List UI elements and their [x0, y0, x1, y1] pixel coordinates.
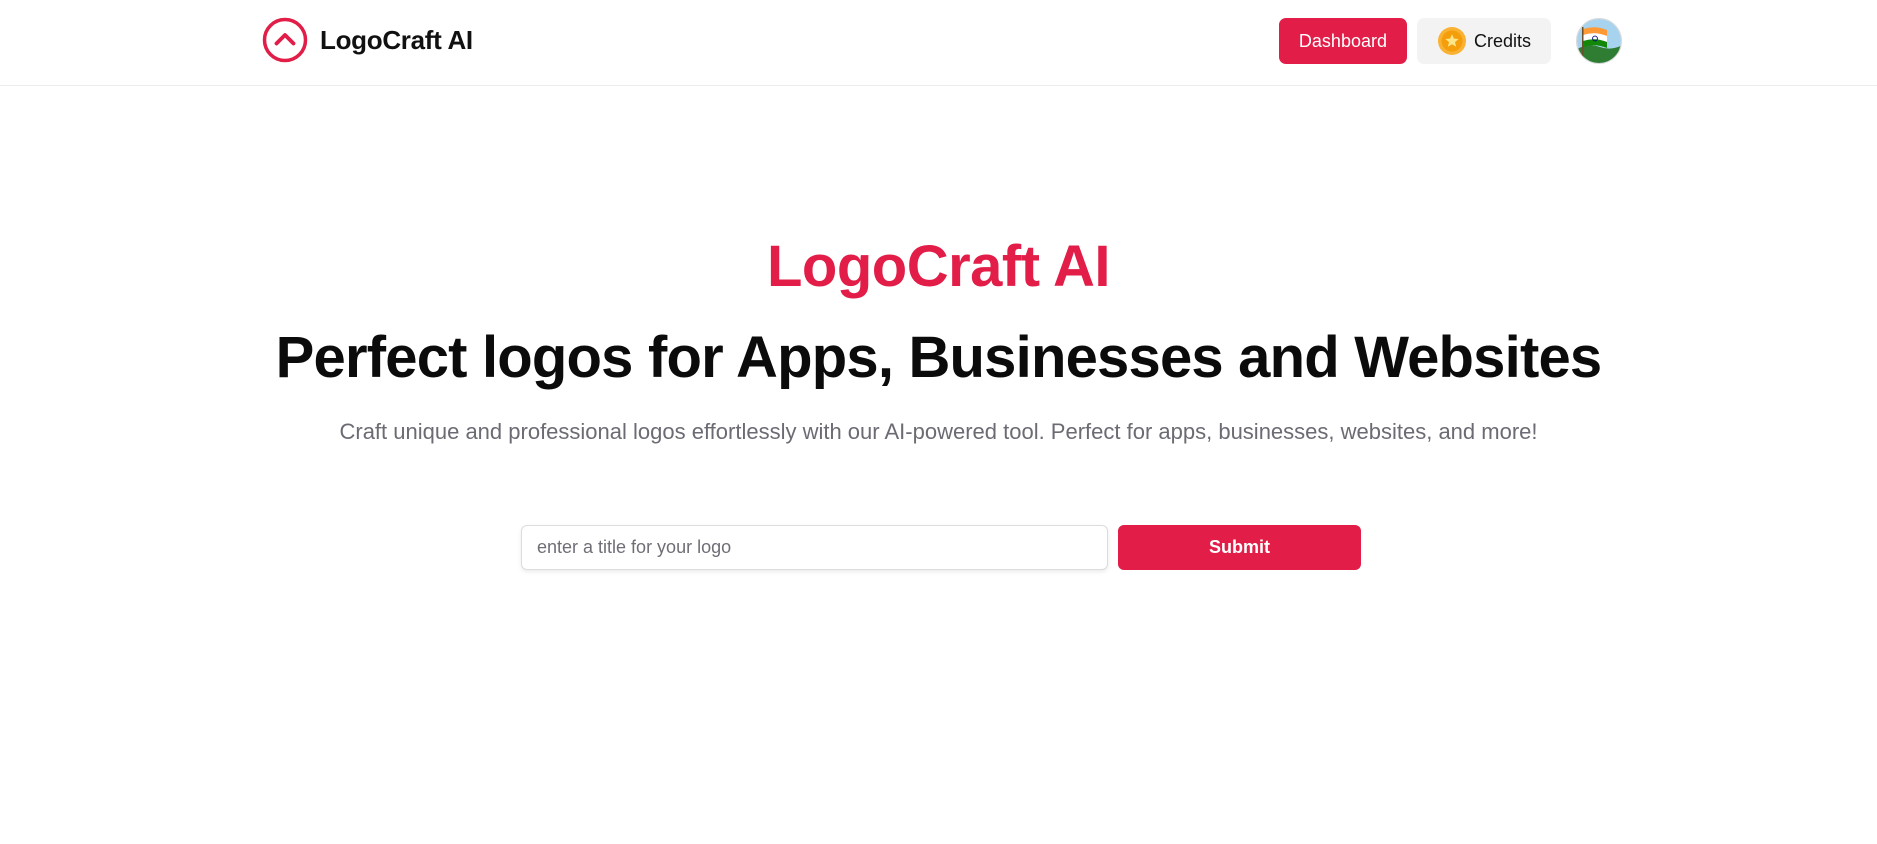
dashboard-button-label: Dashboard	[1298, 30, 1387, 51]
hero-subtitle: Craft unique and professional logos effo…	[339, 419, 1538, 444]
user-avatar[interactable]	[1576, 18, 1622, 64]
credits-button-label: Credits	[1473, 30, 1531, 51]
hero-title: Perfect logos for Apps, Businesses and W…	[275, 325, 1603, 390]
brand-name: LogoCraft AI	[320, 24, 473, 55]
logo-title-form: Submit	[521, 525, 1361, 570]
dashboard-button[interactable]: Dashboard	[1278, 18, 1407, 64]
credits-button[interactable]: Credits	[1416, 18, 1551, 64]
submit-button[interactable]: Submit	[1118, 525, 1361, 570]
top-navbar: LogoCraft AI Dashboard Credits	[0, 0, 1877, 86]
chevron-up-circle-icon	[262, 17, 308, 63]
nav-actions: Dashboard Credits	[1278, 18, 1622, 64]
logo-title-input[interactable]	[521, 525, 1108, 570]
submit-button-label: Submit	[1209, 537, 1270, 557]
hero-brand-heading: LogoCraft AI	[766, 234, 1111, 299]
brand-link[interactable]: LogoCraft AI	[262, 17, 473, 63]
coin-star-icon	[1437, 26, 1467, 56]
